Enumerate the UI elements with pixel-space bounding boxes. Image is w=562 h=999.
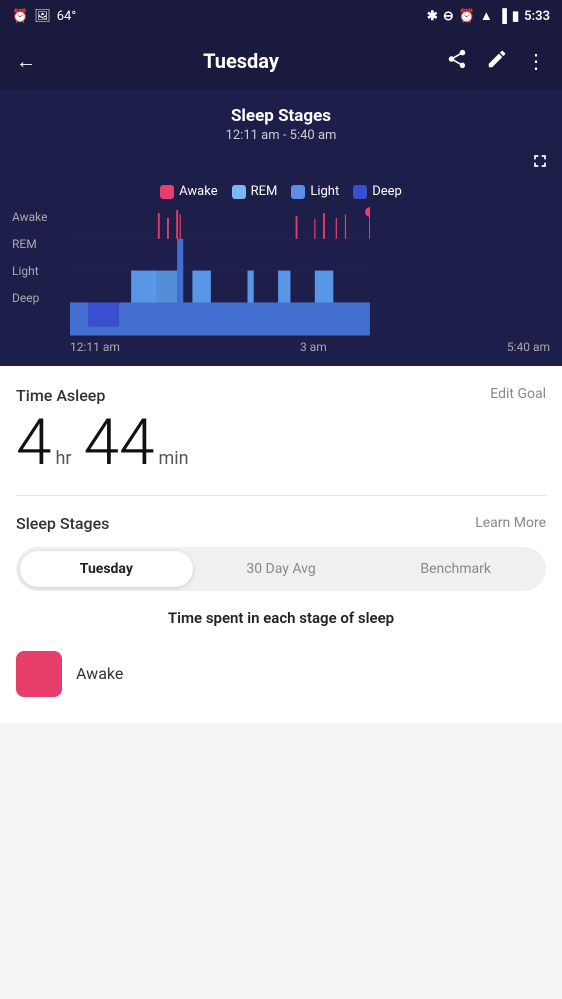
legend-light: Light xyxy=(291,184,339,199)
edit-goal-button[interactable]: Edit Goal xyxy=(490,386,546,402)
stages-subtitle: Time spent in each stage of sleep xyxy=(16,609,546,627)
x-label-mid: 3 am xyxy=(300,340,327,354)
header: ← Tuesday ⋮ xyxy=(0,32,562,90)
y-label-light: Light xyxy=(12,265,48,277)
clock-time: 5:33 xyxy=(524,9,550,24)
signal-icon: ▐ xyxy=(498,8,507,24)
awake-stage-label: Awake xyxy=(76,664,123,683)
stage-item-awake: Awake xyxy=(16,645,546,703)
share-button[interactable] xyxy=(446,48,468,75)
chart-svg-area xyxy=(70,207,370,336)
awake-label: Awake xyxy=(179,184,217,199)
hours-value: 4 xyxy=(16,411,52,475)
light-label: Light xyxy=(310,184,339,199)
status-bar: ⏰ 🖼 64° ✱ ⊖ ⏰ ▲ ▐ ▮ 5:33 xyxy=(0,0,562,32)
main-content: Time Asleep Edit Goal 4 hr 44 min Sleep … xyxy=(0,366,562,723)
temp-label: 64° xyxy=(57,9,76,24)
rem-label: REM xyxy=(251,184,278,199)
header-actions: ⋮ xyxy=(446,48,546,75)
status-right: ✱ ⊖ ⏰ ▲ ▐ ▮ 5:33 xyxy=(427,8,550,24)
hr-unit: hr xyxy=(56,448,72,469)
x-axis-labels: 12:11 am 3 am 5:40 am xyxy=(70,340,550,354)
legend-awake: Awake xyxy=(160,184,217,199)
back-button[interactable]: ← xyxy=(16,49,36,74)
time-display: 4 hr 44 min xyxy=(16,411,546,475)
status-left: ⏰ 🖼 64° xyxy=(12,9,76,24)
light-color xyxy=(291,185,305,199)
sleep-chart-section: Sleep Stages 12:11 am - 5:40 am Awake RE… xyxy=(0,90,562,366)
edit-button[interactable] xyxy=(486,48,508,75)
y-label-awake: Awake xyxy=(12,211,48,223)
learn-more-button[interactable]: Learn More xyxy=(475,515,546,531)
deep-color xyxy=(353,185,367,199)
min-unit: min xyxy=(159,448,189,469)
tab-30day-avg[interactable]: 30 Day Avg xyxy=(195,551,368,587)
sleep-tabs: Tuesday 30 Day Avg Benchmark xyxy=(16,547,546,591)
alarm2-icon: ⏰ xyxy=(459,9,475,24)
deep-label: Deep xyxy=(372,184,402,199)
y-label-deep: Deep xyxy=(12,292,48,304)
sleep-stages-header: Sleep Stages Learn More xyxy=(16,495,546,533)
image-icon: 🖼 xyxy=(34,9,51,24)
chart-title: Sleep Stages xyxy=(12,106,550,126)
x-label-end: 5:40 am xyxy=(507,340,550,354)
bluetooth-icon: ✱ xyxy=(427,9,438,24)
sleep-stages-svg xyxy=(70,207,370,336)
alarm-icon: ⏰ xyxy=(12,9,28,24)
rem-color xyxy=(232,185,246,199)
wifi-icon: ▲ xyxy=(480,8,493,24)
chart-header: Sleep Stages 12:11 am - 5:40 am xyxy=(12,106,550,143)
x-label-start: 12:11 am xyxy=(70,340,120,354)
minus-circle-icon: ⊖ xyxy=(443,9,454,24)
page-title: Tuesday xyxy=(36,49,446,73)
chart-container: Awake REM Light Deep xyxy=(12,207,550,354)
y-axis-labels: Awake REM Light Deep xyxy=(12,207,48,308)
time-asleep-section: Time Asleep Edit Goal xyxy=(16,386,546,405)
expand-button[interactable] xyxy=(530,151,550,176)
awake-color xyxy=(160,185,174,199)
legend-deep: Deep xyxy=(353,184,402,199)
chart-legend: Awake REM Light Deep xyxy=(12,184,550,199)
time-asleep-label: Time Asleep xyxy=(16,386,105,405)
battery-icon: ▮ xyxy=(512,9,519,24)
more-options-button[interactable]: ⋮ xyxy=(526,49,546,73)
y-label-rem: REM xyxy=(12,238,48,250)
legend-rem: REM xyxy=(232,184,278,199)
minutes-value: 44 xyxy=(84,411,155,475)
sleep-stages-label: Sleep Stages xyxy=(16,514,109,533)
chart-time-range: 12:11 am - 5:40 am xyxy=(12,128,550,143)
tab-benchmark[interactable]: Benchmark xyxy=(369,551,542,587)
awake-stage-color xyxy=(16,651,62,697)
tab-tuesday[interactable]: Tuesday xyxy=(20,551,193,587)
